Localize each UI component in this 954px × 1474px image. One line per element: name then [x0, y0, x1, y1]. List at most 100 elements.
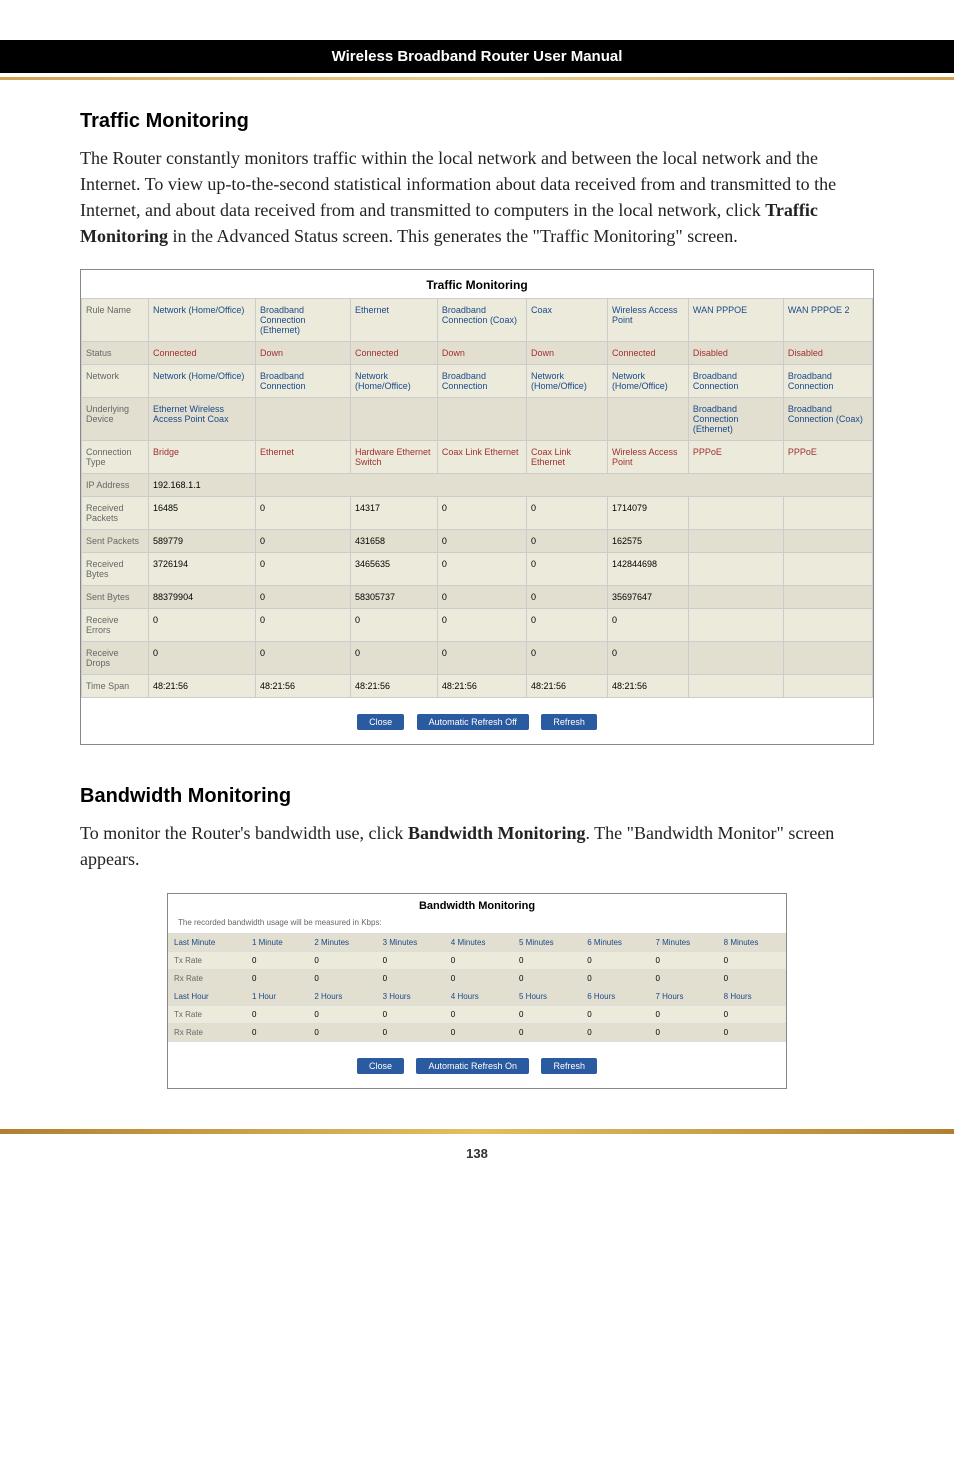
cell: 0	[718, 1023, 786, 1041]
table-row: Tx Rate 0 0 0 0 0 0 0 0	[168, 1005, 786, 1023]
bw-button-row: Close Automatic Refresh On Refresh	[168, 1042, 786, 1088]
cell: 162575	[607, 530, 688, 553]
cell: Disabled	[688, 342, 783, 365]
traffic-monitoring-paragraph: The Router constantly monitors traffic w…	[80, 145, 874, 249]
cell: 0	[377, 1005, 445, 1023]
cell: 0	[513, 1023, 581, 1041]
cell: Broadband Connection (Coax)	[437, 299, 526, 342]
cell: 0	[526, 642, 607, 675]
tm-body-after: in the Advanced Status screen. This gene…	[168, 226, 738, 246]
cell: 0	[513, 951, 581, 969]
cell	[350, 398, 437, 441]
row-label: Underlying Device	[82, 398, 149, 441]
cell	[688, 642, 783, 675]
cell: Broadband Connection (Ethernet)	[255, 299, 350, 342]
cell	[688, 553, 783, 586]
cell: 0	[581, 1023, 649, 1041]
cell: 7 Minutes	[649, 933, 717, 951]
cell: 88379904	[149, 586, 256, 609]
traffic-monitoring-heading: Traffic Monitoring	[80, 110, 874, 133]
cell	[255, 474, 872, 497]
cell: PPPoE	[688, 441, 783, 474]
cell: 0	[246, 1023, 308, 1041]
cell: 0	[445, 969, 513, 987]
cell	[688, 530, 783, 553]
table-row: Receive Drops 0 0 0 0 0 0	[82, 642, 873, 675]
cell: 48:21:56	[526, 675, 607, 698]
cell: 0	[718, 951, 786, 969]
tm-body-text: The Router constantly monitors traffic w…	[80, 148, 836, 220]
cell	[783, 642, 872, 675]
table-row: Last Minute 1 Minute 2 Minutes 3 Minutes…	[168, 933, 786, 951]
cell	[688, 497, 783, 530]
row-label: Sent Bytes	[82, 586, 149, 609]
row-label: Receive Errors	[82, 609, 149, 642]
bandwidth-monitoring-heading: Bandwidth Monitoring	[80, 785, 874, 808]
cell: Down	[255, 342, 350, 365]
row-label: Time Span	[82, 675, 149, 698]
close-button[interactable]: Close	[357, 1058, 404, 1074]
table-row: IP Address 192.168.1.1	[82, 474, 873, 497]
cell: 0	[437, 497, 526, 530]
table-row: Time Span 48:21:56 48:21:56 48:21:56 48:…	[82, 675, 873, 698]
bw-note: The recorded bandwidth usage will be mea…	[168, 916, 786, 933]
cell	[783, 609, 872, 642]
cell	[688, 675, 783, 698]
cell: 0	[649, 1023, 717, 1041]
cell: 3726194	[149, 553, 256, 586]
row-label: Connection Type	[82, 441, 149, 474]
table-row: Rx Rate 0 0 0 0 0 0 0 0	[168, 1023, 786, 1041]
bw-screen-title: Bandwidth Monitoring	[168, 894, 786, 916]
cell: 48:21:56	[149, 675, 256, 698]
cell: 0	[445, 1023, 513, 1041]
cell: 0	[377, 969, 445, 987]
cell: 0	[246, 1005, 308, 1023]
cell: Network (Home/Office)	[350, 365, 437, 398]
auto-refresh-button[interactable]: Automatic Refresh Off	[417, 714, 529, 730]
cell: WAN PPPOE 2	[783, 299, 872, 342]
refresh-button[interactable]: Refresh	[541, 1058, 597, 1074]
cell: 0	[255, 642, 350, 675]
cell: Ethernet	[255, 441, 350, 474]
table-row: Last Hour 1 Hour 2 Hours 3 Hours 4 Hours…	[168, 987, 786, 1005]
traffic-monitoring-screenshot: Traffic Monitoring Rule Name Network (Ho…	[80, 269, 874, 745]
cell: 0	[255, 530, 350, 553]
table-row: Network Network (Home/Office) Broadband …	[82, 365, 873, 398]
auto-refresh-button[interactable]: Automatic Refresh On	[416, 1058, 529, 1074]
cell: 0	[526, 497, 607, 530]
cell: 0	[255, 497, 350, 530]
cell: 0	[526, 586, 607, 609]
cell: 5 Hours	[513, 987, 581, 1005]
cell: 0	[350, 642, 437, 675]
row-label: Receive Drops	[82, 642, 149, 675]
cell: 142844698	[607, 553, 688, 586]
cell: 5 Minutes	[513, 933, 581, 951]
cell: 48:21:56	[437, 675, 526, 698]
cell: Network (Home/Office)	[149, 365, 256, 398]
cell: 0	[149, 609, 256, 642]
cell: 6 Minutes	[581, 933, 649, 951]
close-button[interactable]: Close	[357, 714, 404, 730]
row-label: Rx Rate	[168, 969, 246, 987]
cell: 1 Minute	[246, 933, 308, 951]
table-row: Rx Rate 0 0 0 0 0 0 0 0	[168, 969, 786, 987]
header-divider	[0, 77, 954, 80]
row-label: Last Hour	[168, 987, 246, 1005]
table-row: Tx Rate 0 0 0 0 0 0 0 0	[168, 951, 786, 969]
cell	[255, 398, 350, 441]
cell: Down	[526, 342, 607, 365]
traffic-monitoring-table: Rule Name Network (Home/Office) Broadban…	[81, 298, 873, 698]
table-row: Received Bytes 3726194 0 3465635 0 0 142…	[82, 553, 873, 586]
cell: Broadband Connection	[783, 365, 872, 398]
tm-screen-title: Traffic Monitoring	[81, 270, 873, 298]
cell	[526, 398, 607, 441]
table-row: Sent Bytes 88379904 0 58305737 0 0 35697…	[82, 586, 873, 609]
bw-body-bold: Bandwidth Monitoring	[408, 823, 586, 843]
cell: 0	[308, 1023, 376, 1041]
cell: Connected	[149, 342, 256, 365]
cell: 0	[246, 951, 308, 969]
cell: WAN PPPOE	[688, 299, 783, 342]
cell: 0	[445, 951, 513, 969]
refresh-button[interactable]: Refresh	[541, 714, 597, 730]
cell: 14317	[350, 497, 437, 530]
